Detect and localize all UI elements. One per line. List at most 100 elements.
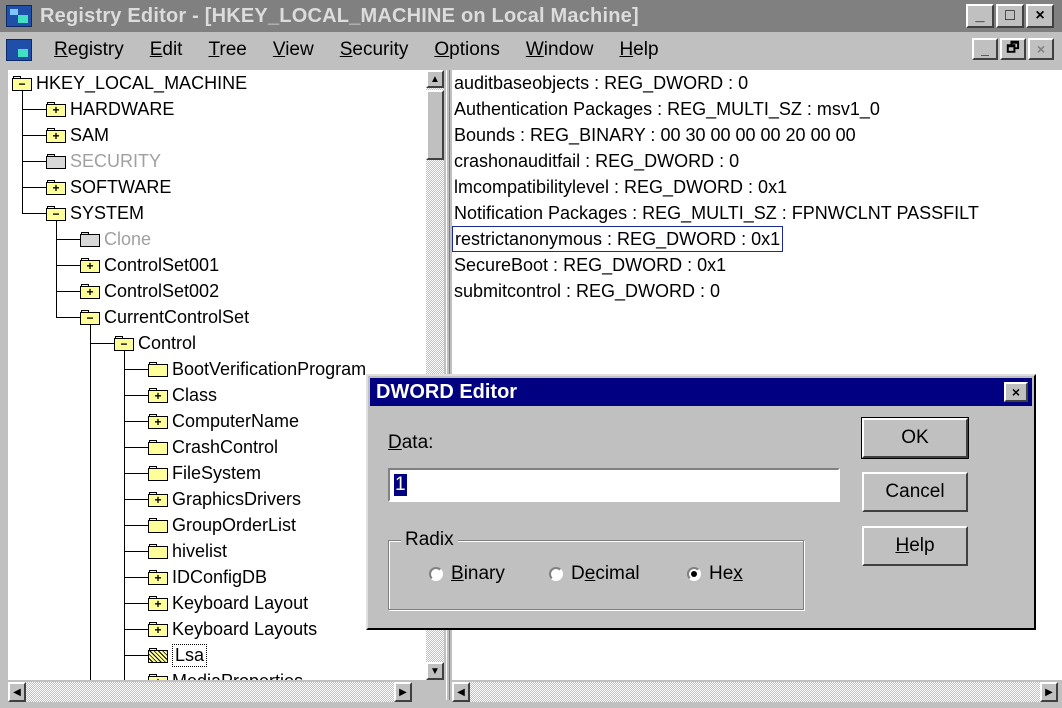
value-scroll-left-arrow-icon[interactable]: ◀ <box>452 682 470 702</box>
folder-icon[interactable] <box>46 153 66 169</box>
value-entry[interactable]: lmcompatibilitylevel : REG_DWORD : 0x1 <box>454 174 787 200</box>
menu-registry[interactable]: Registry <box>54 39 124 61</box>
tree-node[interactable]: + Keyboard Layouts <box>148 616 317 642</box>
folder-icon[interactable] <box>148 361 168 377</box>
tree-node-label[interactable]: hivelist <box>172 541 227 562</box>
expandable-folder-icon[interactable]: + <box>148 569 168 585</box>
tree-node[interactable]: + Keyboard Layout <box>148 590 308 616</box>
tree-node-label[interactable]: GraphicsDrivers <box>172 489 301 510</box>
tree-node[interactable]: + Class <box>148 382 217 408</box>
value-entry[interactable]: SecureBoot : REG_DWORD : 0x1 <box>454 252 726 278</box>
menu-window[interactable]: Window <box>526 39 594 61</box>
radio-binary-circle[interactable] <box>429 567 443 581</box>
tree-node-label[interactable]: MediaProperties <box>172 671 303 681</box>
tree-node-label[interactable]: CrashControl <box>172 437 278 458</box>
child-minimize-button[interactable]: _ <box>972 38 998 60</box>
tree-node[interactable]: GroupOrderList <box>148 512 296 538</box>
tree-node[interactable]: − HKEY_LOCAL_MACHINE <box>12 70 247 96</box>
tree-node-label[interactable]: SOFTWARE <box>70 177 171 198</box>
tree-node[interactable]: + MediaProperties <box>148 668 303 680</box>
tree-node-label[interactable]: Clone <box>104 229 151 250</box>
tree-node-label[interactable]: IDConfigDB <box>172 567 267 588</box>
menu-tree[interactable]: Tree <box>208 39 246 61</box>
document-icon[interactable] <box>6 39 32 61</box>
tree-horizontal-scrollbar[interactable]: ◀ ▶ <box>8 682 412 702</box>
value-entry[interactable]: restrictanonymous : REG_DWORD : 0x1 <box>452 226 784 252</box>
expandable-folder-icon[interactable]: + <box>148 673 168 680</box>
tree-node[interactable]: − Control <box>114 330 196 356</box>
folder-icon[interactable] <box>148 517 168 533</box>
menu-view[interactable]: View <box>273 39 314 61</box>
folder-icon[interactable] <box>80 231 100 247</box>
expandable-folder-icon[interactable]: + <box>148 413 168 429</box>
menu-help[interactable]: Help <box>619 39 658 61</box>
tree-node[interactable]: + ControlSet001 <box>80 252 219 278</box>
value-scroll-right-arrow-icon[interactable]: ▶ <box>1040 682 1058 702</box>
ok-button[interactable]: OK <box>861 417 969 459</box>
radio-binary[interactable]: Binary <box>429 563 505 585</box>
tree-node-label[interactable]: ControlSet001 <box>104 255 219 276</box>
radio-decimal-circle[interactable] <box>549 567 563 581</box>
scroll-down-arrow-icon[interactable]: ▼ <box>426 662 444 680</box>
tree-node-label[interactable]: Keyboard Layout <box>172 593 308 614</box>
radio-hex-circle[interactable] <box>687 567 701 581</box>
tree-node[interactable]: hivelist <box>148 538 227 564</box>
expandable-folder-icon[interactable]: + <box>46 127 66 143</box>
tree-node-label[interactable]: ControlSet002 <box>104 281 219 302</box>
tree-node[interactable]: Clone <box>80 226 151 252</box>
value-entry[interactable]: Notification Packages : REG_MULTI_SZ : F… <box>454 200 979 226</box>
radio-decimal[interactable]: Decimal <box>549 563 640 585</box>
data-value[interactable]: 1 <box>394 474 407 496</box>
menu-edit[interactable]: Edit <box>150 39 183 61</box>
tree-node[interactable]: FileSystem <box>148 460 261 486</box>
open-folder-icon[interactable]: − <box>80 309 100 325</box>
data-input[interactable]: 1 <box>388 468 840 502</box>
expandable-folder-icon[interactable]: + <box>148 621 168 637</box>
cancel-button[interactable]: Cancel <box>862 472 968 512</box>
tree-node-label[interactable]: FileSystem <box>172 463 261 484</box>
help-button[interactable]: Help <box>862 526 968 566</box>
tree-node[interactable]: + IDConfigDB <box>148 564 267 590</box>
tree-node-label[interactable]: Control <box>138 333 196 354</box>
tree-node-label[interactable]: CurrentControlSet <box>104 307 249 328</box>
expandable-folder-icon[interactable]: + <box>148 595 168 611</box>
tree-node[interactable]: + HARDWARE <box>46 96 174 122</box>
tree-node-label[interactable]: Keyboard Layouts <box>172 619 317 640</box>
scroll-right-arrow-icon[interactable]: ▶ <box>394 682 412 702</box>
open-folder-icon[interactable]: − <box>46 205 66 221</box>
selected-folder-icon[interactable] <box>148 647 168 663</box>
tree-node-label[interactable]: ComputerName <box>172 411 299 432</box>
tree-node-label[interactable]: GroupOrderList <box>172 515 296 536</box>
tree-node[interactable]: + GraphicsDrivers <box>148 486 301 512</box>
registry-editor-icon[interactable] <box>6 5 32 27</box>
value-horizontal-scrollbar[interactable]: ◀ ▶ <box>452 682 1058 702</box>
value-entry[interactable]: Bounds : REG_BINARY : 00 30 00 00 00 20 … <box>454 122 856 148</box>
tree-node[interactable]: BootVerificationProgram <box>148 356 366 382</box>
expandable-folder-icon[interactable]: + <box>80 257 100 273</box>
minimize-button[interactable]: _ <box>966 4 994 28</box>
expandable-folder-icon[interactable]: + <box>46 179 66 195</box>
scroll-thumb[interactable] <box>426 90 444 160</box>
expandable-folder-icon[interactable]: + <box>80 283 100 299</box>
tree-node[interactable]: − SYSTEM <box>46 200 144 226</box>
child-restore-button[interactable]: 🗗 <box>1000 38 1026 60</box>
tree-node[interactable]: Lsa <box>148 642 208 668</box>
folder-icon[interactable] <box>148 439 168 455</box>
tree-node-label[interactable]: HARDWARE <box>70 99 174 120</box>
folder-icon[interactable] <box>148 543 168 559</box>
maximize-button[interactable]: □ <box>996 4 1024 28</box>
tree-node[interactable]: − CurrentControlSet <box>80 304 249 330</box>
dialog-close-icon[interactable]: × <box>1004 382 1028 402</box>
close-button[interactable]: × <box>1026 4 1054 28</box>
tree-node-label[interactable]: HKEY_LOCAL_MACHINE <box>36 73 247 94</box>
open-folder-icon[interactable]: − <box>12 75 32 91</box>
tree-node[interactable]: SECURITY <box>46 148 161 174</box>
tree-node[interactable]: + ComputerName <box>148 408 299 434</box>
tree-node-label[interactable]: BootVerificationProgram <box>172 359 366 380</box>
tree-node-label[interactable]: SYSTEM <box>70 203 144 224</box>
scroll-left-arrow-icon[interactable]: ◀ <box>8 682 26 702</box>
tree-node-label[interactable]: SAM <box>70 125 109 146</box>
radio-hex[interactable]: Hex <box>687 563 743 585</box>
expandable-folder-icon[interactable]: + <box>148 387 168 403</box>
tree-node-label[interactable]: Class <box>172 385 217 406</box>
